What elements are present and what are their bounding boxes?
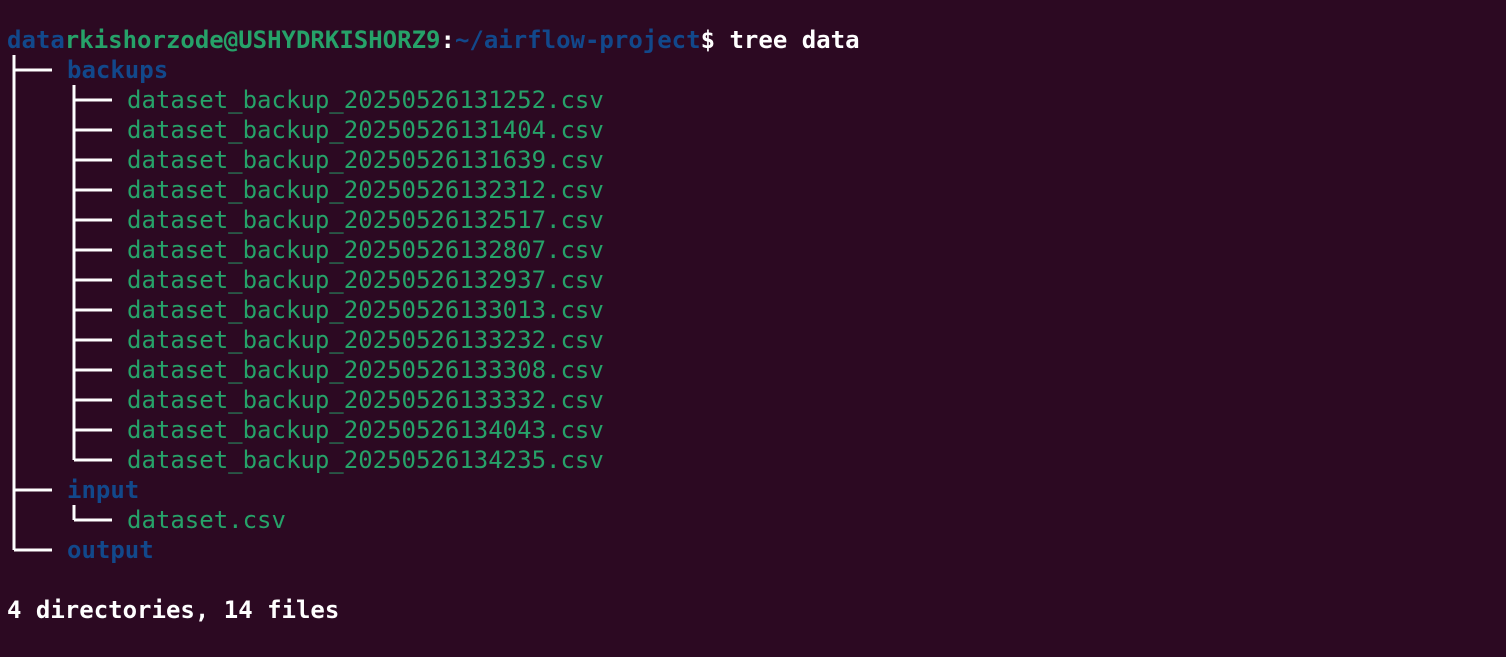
tree-dir-backups: backups	[67, 56, 169, 84]
tree-file: dataset_backup_20250526134235.csv	[127, 446, 604, 474]
tree-file: dataset_backup_20250526132312.csv	[127, 176, 604, 204]
tree-file: dataset.csv	[127, 506, 286, 534]
tree-summary: 4 directories, 14 files	[7, 596, 340, 624]
command-text: tree data	[715, 26, 860, 54]
tree-root-dir: data	[7, 26, 65, 54]
tree-file: dataset_backup_20250526131639.csv	[127, 146, 604, 174]
prompt-user-host: rkishorzode@USHYDRKISHORZ9	[64, 26, 441, 54]
tree-file: dataset_backup_20250526132937.csv	[127, 266, 604, 294]
tree-file: dataset_backup_20250526133232.csv	[127, 326, 604, 354]
terminal-window[interactable]: rkishorzode@USHYDRKISHORZ9:~/airflow-pro…	[0, 0, 1506, 657]
tree-dir-output: output	[67, 536, 154, 564]
tree-file: dataset_backup_20250526133332.csv	[127, 386, 604, 414]
command-prompt-line-final[interactable]: rkishorzode@USHYDRKISHORZ9:~/airflow-pro…	[7, 625, 715, 657]
prompt-path: ~/airflow-project	[454, 26, 701, 54]
prompt-separator: :	[440, 26, 455, 54]
tree-file: dataset_backup_20250526132807.csv	[127, 236, 604, 264]
command-prompt-line: rkishorzode@USHYDRKISHORZ9:~/airflow-pro…	[7, 0, 860, 54]
tree-file: dataset_backup_20250526133013.csv	[127, 296, 604, 324]
tree-dir-input: input	[67, 476, 140, 504]
tree-file: dataset_backup_20250526131252.csv	[127, 86, 604, 114]
tree-file: dataset_backup_20250526133308.csv	[127, 356, 604, 384]
tree-file: dataset_backup_20250526132517.csv	[127, 206, 604, 234]
tree-file: dataset_backup_20250526134043.csv	[127, 416, 604, 444]
prompt-symbol: $	[700, 26, 716, 54]
tree-file: dataset_backup_20250526131404.csv	[127, 116, 604, 144]
